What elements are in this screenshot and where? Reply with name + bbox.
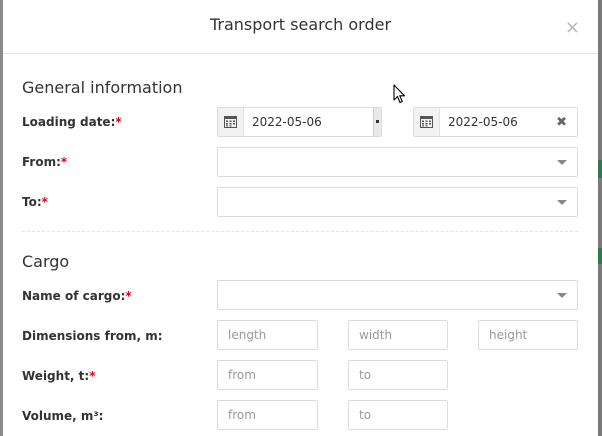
required-mark: *	[60, 155, 68, 169]
loading-date-from-value: 2022-05-06	[252, 115, 322, 129]
backdrop-right	[598, 0, 602, 436]
from-select[interactable]	[217, 147, 578, 177]
required-mark: *	[125, 289, 132, 303]
from-label-text: From:	[22, 155, 61, 169]
weight-to-placeholder: to	[359, 368, 372, 382]
volume-label: Volume, m³:	[22, 409, 104, 423]
to-label-text: To:	[22, 195, 42, 209]
loading-date-label: Loading date:*	[22, 115, 122, 129]
weight-from-input[interactable]: from	[217, 360, 318, 390]
volume-from-input[interactable]: from	[217, 400, 318, 430]
from-label: From:*	[22, 155, 67, 169]
volume-from-placeholder: from	[228, 408, 256, 422]
modal-title: Transport search order	[209, 15, 392, 34]
dimensions-label: Dimensions from, m:	[22, 329, 163, 343]
required-mark: *	[41, 195, 48, 209]
transport-search-modal: Transport search order × General informa…	[3, 0, 598, 436]
height-input[interactable]: height	[478, 320, 578, 350]
clear-icon[interactable]: ✖	[556, 115, 567, 130]
section-title-cargo: Cargo	[22, 252, 70, 271]
loading-date-from-input[interactable]: 2022-05-06	[217, 107, 382, 137]
section-title-general: General information	[22, 78, 183, 97]
weight-label: Weight, t:*	[22, 369, 95, 383]
modal-header: Transport search order ×	[3, 0, 598, 54]
to-label: To:*	[22, 195, 48, 209]
required-mark: *	[89, 369, 96, 383]
weight-label-text: Weight, t:	[22, 369, 90, 383]
date-stepper[interactable]	[373, 108, 381, 136]
section-divider	[22, 231, 578, 232]
width-placeholder: width	[359, 328, 393, 342]
width-input[interactable]: width	[348, 320, 448, 350]
cargo-name-select[interactable]	[217, 280, 578, 310]
to-select[interactable]	[217, 187, 578, 217]
close-icon[interactable]: ×	[565, 19, 580, 37]
mouse-cursor-icon	[393, 84, 406, 104]
chevron-down-icon[interactable]	[557, 293, 567, 298]
stepper-dot-icon	[376, 120, 379, 123]
weight-from-placeholder: from	[228, 368, 256, 382]
volume-to-placeholder: to	[359, 408, 372, 422]
loading-date-label-text: Loading date:	[22, 115, 116, 129]
required-mark: *	[115, 115, 122, 129]
loading-date-to-input[interactable]: 2022-05-06 ✖	[413, 107, 578, 137]
volume-to-input[interactable]: to	[348, 400, 448, 430]
chevron-down-icon[interactable]	[557, 160, 567, 165]
length-input[interactable]: length	[217, 320, 318, 350]
calendar-icon[interactable]	[218, 108, 244, 136]
weight-to-input[interactable]: to	[348, 360, 448, 390]
cargo-name-label-text: Name of cargo:	[22, 289, 126, 303]
height-placeholder: height	[489, 328, 528, 342]
length-placeholder: length	[228, 328, 267, 342]
chevron-down-icon[interactable]	[557, 200, 567, 205]
cargo-name-label: Name of cargo:*	[22, 289, 132, 303]
backdrop-accent	[598, 160, 602, 178]
backdrop-accent	[598, 248, 602, 264]
loading-date-to-value: 2022-05-06	[448, 115, 518, 129]
calendar-icon[interactable]	[414, 108, 440, 136]
